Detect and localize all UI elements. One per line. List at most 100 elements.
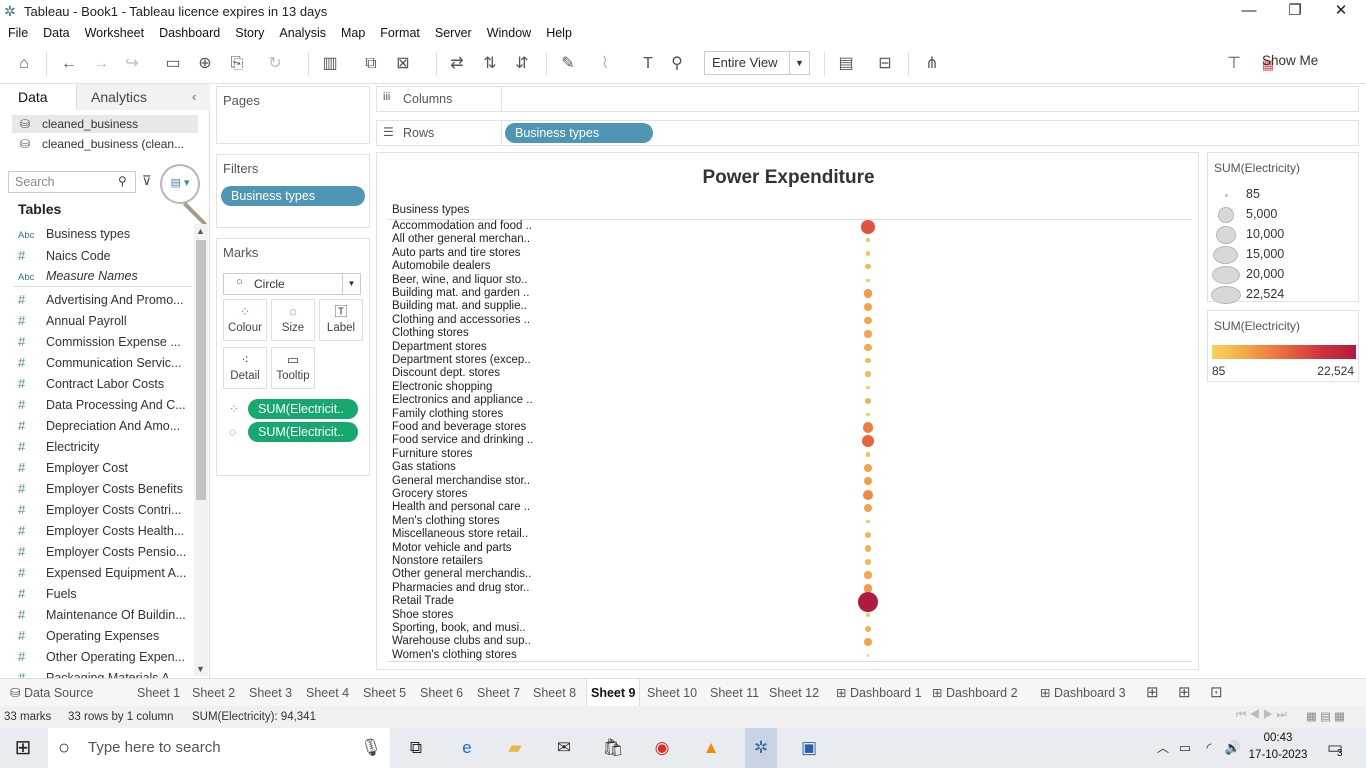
row-label[interactable]: Family clothing stores (392, 408, 552, 421)
mail-icon[interactable]: ✉ (551, 736, 577, 760)
data-point[interactable] (862, 422, 874, 434)
data-point[interactable] (861, 434, 875, 448)
field-item[interactable]: # Employer Cost (18, 457, 194, 478)
field-item[interactable]: # Employer Costs Health... (18, 520, 194, 541)
menu-worksheet[interactable]: Worksheet (77, 24, 152, 40)
data-point[interactable] (866, 238, 870, 242)
sheet-tab[interactable]: ⊞ Dashboard 1 (832, 679, 926, 707)
task-view-icon[interactable]: ⧉ (403, 736, 429, 760)
wifi-icon[interactable]: ◜ (1196, 736, 1222, 760)
data-point[interactable] (863, 477, 873, 486)
store-icon[interactable]: 🛍 (600, 736, 626, 760)
row-label[interactable]: Beer, wine, and liquor sto.. (392, 274, 552, 287)
row-label[interactable]: Retail Trade (392, 595, 552, 608)
data-point[interactable] (864, 397, 871, 404)
sheet-tab[interactable]: Sheet 10 (643, 679, 701, 707)
restore-icon[interactable]: ❐ (1272, 0, 1318, 24)
size-legend-entry[interactable]: 15,000 (1208, 245, 1358, 265)
field-item[interactable]: # Maintenance Of Buildin... (18, 604, 194, 625)
save-icon[interactable]: ▭ (161, 52, 185, 76)
sheet-tab[interactable]: ⊞ Dashboard 2 (928, 679, 1022, 707)
collapse-pane-icon[interactable]: ‹ (192, 89, 196, 104)
row-label[interactable]: Gas stations (392, 461, 552, 474)
clock-date[interactable]: 17-10-2023 (1248, 749, 1308, 761)
field-item[interactable]: # Employer Costs Benefits (18, 478, 194, 499)
show-me-button[interactable]: Show Me (1262, 53, 1318, 68)
filters-shelf[interactable]: Filters Business types (216, 154, 370, 228)
tab-data-source[interactable]: ⛁ Data Source (6, 679, 97, 707)
microphone-icon[interactable]: 🎙 (358, 736, 384, 760)
row-label[interactable]: Men's clothing stores (392, 515, 552, 528)
label-button[interactable]: 🅃 Label (319, 299, 363, 341)
data-point[interactable] (865, 358, 871, 364)
new-worksheet-icon[interactable]: ▥ (318, 52, 342, 76)
search-input[interactable]: Search (8, 171, 136, 193)
data-point[interactable] (864, 343, 872, 351)
data-point[interactable] (865, 558, 871, 565)
data-point[interactable] (865, 371, 871, 377)
data-point[interactable] (866, 278, 870, 282)
row-label[interactable]: Women's clothing stores (392, 649, 552, 662)
fit-view-select[interactable]: Entire View ▼ (704, 51, 810, 75)
swap-rows-columns-icon[interactable]: ⇄ (445, 52, 469, 76)
show-mark-labels-icon[interactable]: T (636, 52, 660, 76)
row-label[interactable]: Department stores (392, 341, 552, 354)
battery-icon[interactable]: ▭ (1172, 736, 1198, 760)
field-item[interactable]: # Annual Payroll (18, 310, 194, 331)
sheet-tab[interactable]: Sheet 6 (416, 679, 467, 707)
menu-data[interactable]: Data (35, 24, 76, 40)
field-item[interactable]: # Naics Code (18, 245, 194, 266)
colour-button[interactable]: ⁘ Colour (223, 299, 267, 341)
rows-pill-business-types[interactable]: Business types (505, 123, 653, 143)
sheet-tab[interactable]: Sheet 11 (706, 679, 763, 707)
minimize-icon[interactable]: — (1226, 0, 1272, 24)
row-label[interactable]: Building mat. and garden .. (392, 287, 552, 300)
size-legend[interactable]: SUM(Electricity) 85 5,000 10,000 15,000 20,0… (1207, 152, 1359, 304)
data-point[interactable] (861, 219, 875, 234)
size-button[interactable]: ◌ Size (271, 299, 315, 341)
columns-shelf[interactable]: iii Columns (376, 86, 1359, 112)
row-label[interactable]: Department stores (excep.. (392, 354, 552, 367)
filter-pill-business-types[interactable]: Business types (221, 186, 365, 206)
viz-area[interactable]: Power Expenditure Business types Accommo… (376, 152, 1199, 670)
datasource-item[interactable]: ⛁ cleaned_business (12, 115, 198, 133)
windows-start-icon[interactable]: ⊞ (10, 736, 36, 760)
menu-map[interactable]: Map (333, 24, 372, 40)
sheet-tab[interactable]: Sheet 7 (473, 679, 524, 707)
data-point[interactable] (866, 412, 870, 416)
menu-dashboard[interactable]: Dashboard (151, 24, 227, 40)
sheet-tab[interactable]: Sheet 2 (188, 679, 239, 707)
highlight-icon[interactable]: ✎ (556, 52, 580, 76)
sort-descending-icon[interactable]: ⇵ (510, 52, 534, 76)
row-label[interactable]: Miscellaneous store retail.. (392, 528, 552, 541)
field-item[interactable]: Abc Measure Names (18, 266, 194, 287)
redo-icon[interactable]: → (89, 52, 113, 76)
row-label[interactable]: Auto parts and tire stores (392, 247, 552, 260)
new-story-tab-icon[interactable]: ⊡ (1206, 679, 1227, 707)
menu-format[interactable]: Format (372, 24, 427, 40)
share-icon[interactable]: ⋔ (920, 52, 944, 76)
data-point[interactable] (865, 452, 871, 457)
menu-server[interactable]: Server (427, 24, 479, 40)
menu-story[interactable]: Story (227, 24, 271, 40)
row-label[interactable]: Pharmacies and drug stor.. (392, 582, 552, 595)
duplicate-sheet-icon[interactable]: ⧉ (359, 52, 383, 76)
menu-help[interactable]: Help (538, 24, 579, 40)
home-icon[interactable]: ⌂ (12, 52, 36, 76)
rows-shelf[interactable]: ☰ Rows Business types (376, 120, 1359, 146)
menu-window[interactable]: Window (479, 24, 538, 40)
row-label[interactable]: Electronic shopping (392, 381, 552, 394)
vlc-icon[interactable]: ▲ (698, 736, 724, 760)
data-point[interactable] (865, 251, 871, 256)
row-label[interactable]: Other general merchandis.. (392, 568, 552, 581)
tab-analytics[interactable]: Analytics (76, 84, 210, 110)
data-point[interactable] (866, 654, 870, 657)
menu-file[interactable]: File (0, 24, 35, 40)
data-point[interactable] (864, 625, 872, 632)
tab-data[interactable]: Data (0, 84, 76, 110)
new-worksheet-tab-icon[interactable]: ⊞ (1142, 679, 1163, 707)
view-options-icon[interactable]: ▤ ▾ (160, 164, 200, 204)
row-label[interactable]: Automobile dealers (392, 260, 552, 273)
chrome-icon[interactable]: ◉ (649, 736, 675, 760)
fix-axes-icon[interactable]: ⚲ (665, 52, 689, 76)
